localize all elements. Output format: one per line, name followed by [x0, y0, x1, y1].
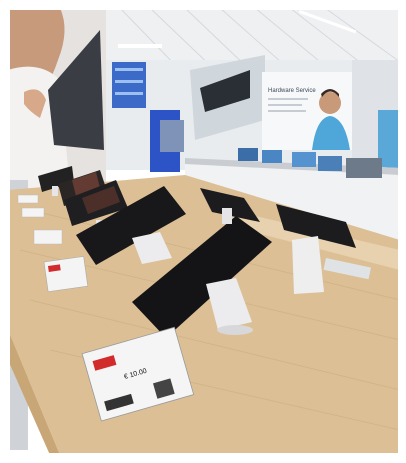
laptop-screen [346, 158, 382, 178]
shelf-line [115, 92, 143, 95]
scene-svg: Hardware Service € 10.00 [0, 0, 406, 463]
tablet-stand-base [217, 325, 253, 335]
price-tag-small [21, 207, 45, 218]
sign-line [268, 104, 302, 106]
tablet-stand-post [222, 208, 232, 224]
price-tag-small [33, 229, 63, 245]
price-tag-small [17, 194, 39, 204]
laptop-screen [318, 156, 342, 171]
service-sign-text: Hardware Service [268, 88, 316, 94]
laptop-screen [238, 148, 258, 161]
laptop-screen [292, 152, 316, 167]
laptop-screen [262, 150, 282, 163]
sign-line [268, 98, 308, 100]
sign-line [268, 110, 306, 112]
tablet-stand-post [52, 186, 58, 196]
price-tag-medium [43, 256, 89, 293]
shelf-line [115, 68, 143, 71]
shelf-line [115, 80, 143, 83]
store-display-photo: Hardware Service € 10.00 [0, 0, 406, 463]
blue-panel-screen [160, 120, 184, 152]
ceiling-light [118, 44, 162, 48]
